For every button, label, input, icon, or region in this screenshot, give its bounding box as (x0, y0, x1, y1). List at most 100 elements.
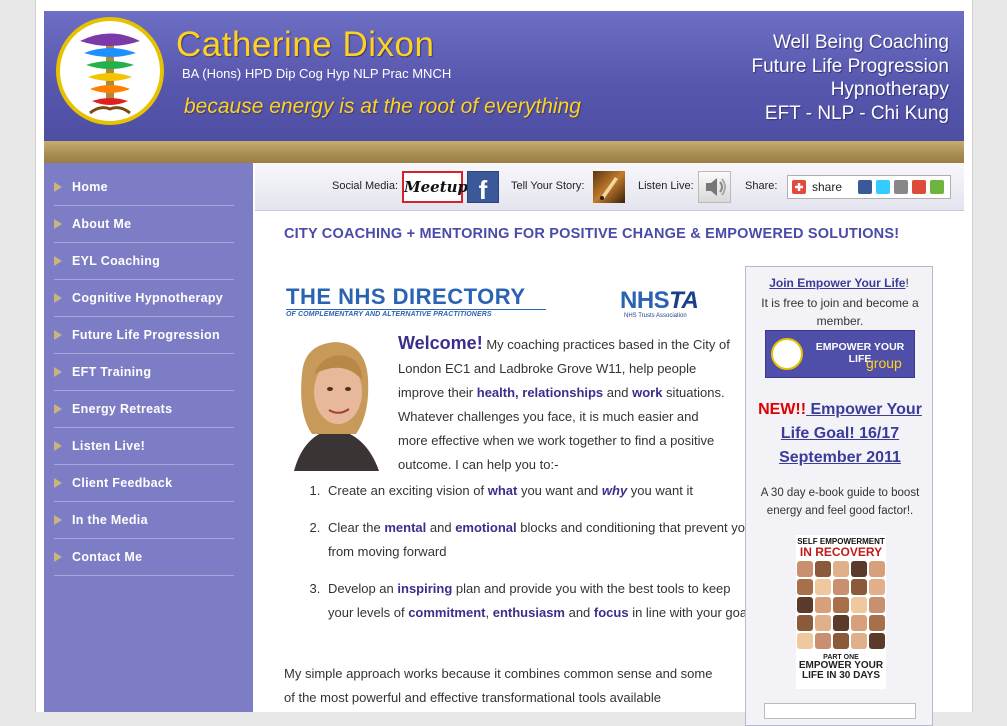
nav-item-contact-me[interactable]: Contact Me (54, 539, 234, 576)
face-tile (815, 579, 831, 595)
goals-list: Create an exciting vision of what you wa… (304, 479, 754, 638)
service-item: EFT - NLP - Chi Kung (764, 102, 949, 124)
nav-item-eft-training[interactable]: EFT Training (54, 354, 234, 391)
tagline: because energy is at the root of everyth… (184, 95, 581, 118)
nav-label: Cognitive Hypnotherapy (72, 291, 224, 305)
nav-item-energy-retreats[interactable]: Energy Retreats (54, 391, 234, 428)
arrow-right-icon (54, 293, 62, 303)
nhs-directory-subtitle: OF COMPLEMENTARY AND ALTERNATIVE PRACTIT… (286, 309, 546, 318)
header-divider-bar (44, 141, 964, 163)
quill-icon (600, 177, 618, 200)
share-button[interactable]: share (787, 175, 951, 199)
arrow-right-icon (54, 404, 62, 414)
speaker-icon[interactable] (698, 171, 731, 203)
nav-item-eyl-coaching[interactable]: EYL Coaching (54, 243, 234, 280)
nav-label: About Me (72, 217, 132, 231)
nav-item-client-feedback[interactable]: Client Feedback (54, 465, 234, 502)
nav-label: EYL Coaching (72, 254, 161, 268)
share-label: Share: (745, 180, 778, 192)
ebook-faces-grid (797, 561, 885, 653)
face-tile (833, 561, 849, 577)
social-media-label: Social Media: (332, 180, 399, 192)
nav-item-cognitive-hypnotherapy[interactable]: Cognitive Hypnotherapy (54, 280, 234, 317)
site-logo[interactable] (56, 17, 164, 125)
facebook-icon[interactable]: f (467, 171, 499, 203)
arrow-right-icon (54, 256, 62, 266)
share-text: share (812, 180, 843, 194)
nav-item-in-the-media[interactable]: In the Media (54, 502, 234, 539)
ebook-bottom-title: EMPOWER YOUR LIFE IN 30 DAYS (798, 660, 884, 681)
group-banner-subtitle: group (866, 355, 902, 371)
nav-item-about-me[interactable]: About Me (54, 206, 234, 243)
arrow-right-icon (54, 552, 62, 562)
page-container: Catherine Dixon BA (Hons) HPD Dip Cog Hy… (35, 0, 973, 726)
face-tile (869, 597, 885, 613)
nhs-directory-logo[interactable]: THE NHS DIRECTORY OF COMPLEMENTARY AND A… (286, 285, 546, 318)
nav-label: In the Media (72, 513, 148, 527)
portrait-image (284, 334, 385, 471)
service-item: Well Being Coaching (772, 32, 949, 53)
group-logo-icon (771, 338, 803, 370)
nav-label: Client Feedback (72, 476, 173, 490)
face-tile (869, 633, 885, 649)
pen-icon[interactable] (593, 171, 625, 203)
welcome-text: and (603, 385, 633, 400)
face-tile (869, 579, 885, 595)
welcome-paragraph: Welcome! My coaching practices based in … (398, 331, 731, 477)
arrow-right-icon (54, 478, 62, 488)
services-list: Well Being Coaching Future Life Progress… (752, 31, 950, 125)
face-tile (851, 597, 867, 613)
join-description: It is free to join and become a member. (761, 296, 919, 328)
list-item: Clear the mental and emotional blocks an… (324, 516, 754, 564)
approach-paragraph: My simple approach works because it comb… (284, 666, 713, 705)
energy-tree-icon (80, 33, 140, 115)
box-bottom-field[interactable] (764, 703, 916, 719)
nav-label: Energy Retreats (72, 402, 173, 416)
face-tile (815, 615, 831, 631)
sound-icon (706, 178, 726, 196)
credentials: BA (Hons) HPD Dip Cog Hyp NLP Prac MNCH (182, 66, 452, 81)
empower-group-banner[interactable]: EMPOWER YOUR LIFE group (765, 330, 915, 378)
nav-item-future-life-progression[interactable]: Future Life Progression (54, 317, 234, 354)
service-item: Future Life Progression (751, 55, 950, 77)
face-tile (851, 615, 867, 631)
service-item: Hypnotherapy (830, 79, 949, 100)
nav-item-home[interactable]: Home (54, 169, 234, 206)
face-tile (815, 633, 831, 649)
meetup-icon[interactable]: Meetup (402, 171, 468, 203)
face-tile (851, 633, 867, 649)
face-tile (797, 597, 813, 613)
list-item: Create an exciting vision of what you wa… (324, 479, 754, 503)
sidebar-nav: Home About Me EYL Coaching Cognitive Hyp… (44, 163, 253, 712)
welcome-highlight-health: health, relationships (476, 385, 604, 400)
face-tile (833, 579, 849, 595)
new-event-link[interactable]: NEW!! Empower Your Life Goal! 16/17 Sept… (754, 398, 926, 470)
face-tile (797, 561, 813, 577)
ebook-description: A 30 day e-book guide to boost energy an… (760, 487, 920, 517)
nhsta-part-b: TA (669, 287, 699, 314)
join-excl: ! (905, 276, 909, 290)
ebook-top-subtitle: IN RECOVERY (799, 545, 883, 559)
arrow-right-icon (54, 182, 62, 192)
nhsta-logo[interactable]: NHSTA NHS Trusts Association (620, 289, 710, 320)
face-tile (833, 615, 849, 631)
ebook-cover[interactable]: SELF EMPOWERMENT IN RECOVERY PART ONE EM… (796, 535, 886, 689)
nav-label: Future Life Progression (72, 328, 220, 342)
join-line: Join Empower Your Life! (746, 276, 932, 290)
face-tile (815, 597, 831, 613)
face-tile (851, 579, 867, 595)
portrait-photo (284, 334, 385, 471)
nav-item-listen-live[interactable]: Listen Live! (54, 428, 234, 465)
face-tile (797, 579, 813, 595)
site-title: Catherine Dixon (176, 25, 435, 64)
arrow-right-icon (54, 441, 62, 451)
face-tile (869, 615, 885, 631)
nhs-directory-title: THE NHS DIRECTORY (286, 284, 526, 309)
face-tile (797, 615, 813, 631)
nhsta-wordmark: NHSTA (620, 289, 710, 313)
main-heading: CITY COACHING + MENTORING FOR POSITIVE C… (284, 226, 900, 242)
face-tile (869, 561, 885, 577)
join-empower-link[interactable]: Join Empower Your Life (769, 276, 905, 290)
nav-label: Listen Live! (72, 439, 146, 453)
welcome-highlight-work: work (632, 385, 663, 400)
